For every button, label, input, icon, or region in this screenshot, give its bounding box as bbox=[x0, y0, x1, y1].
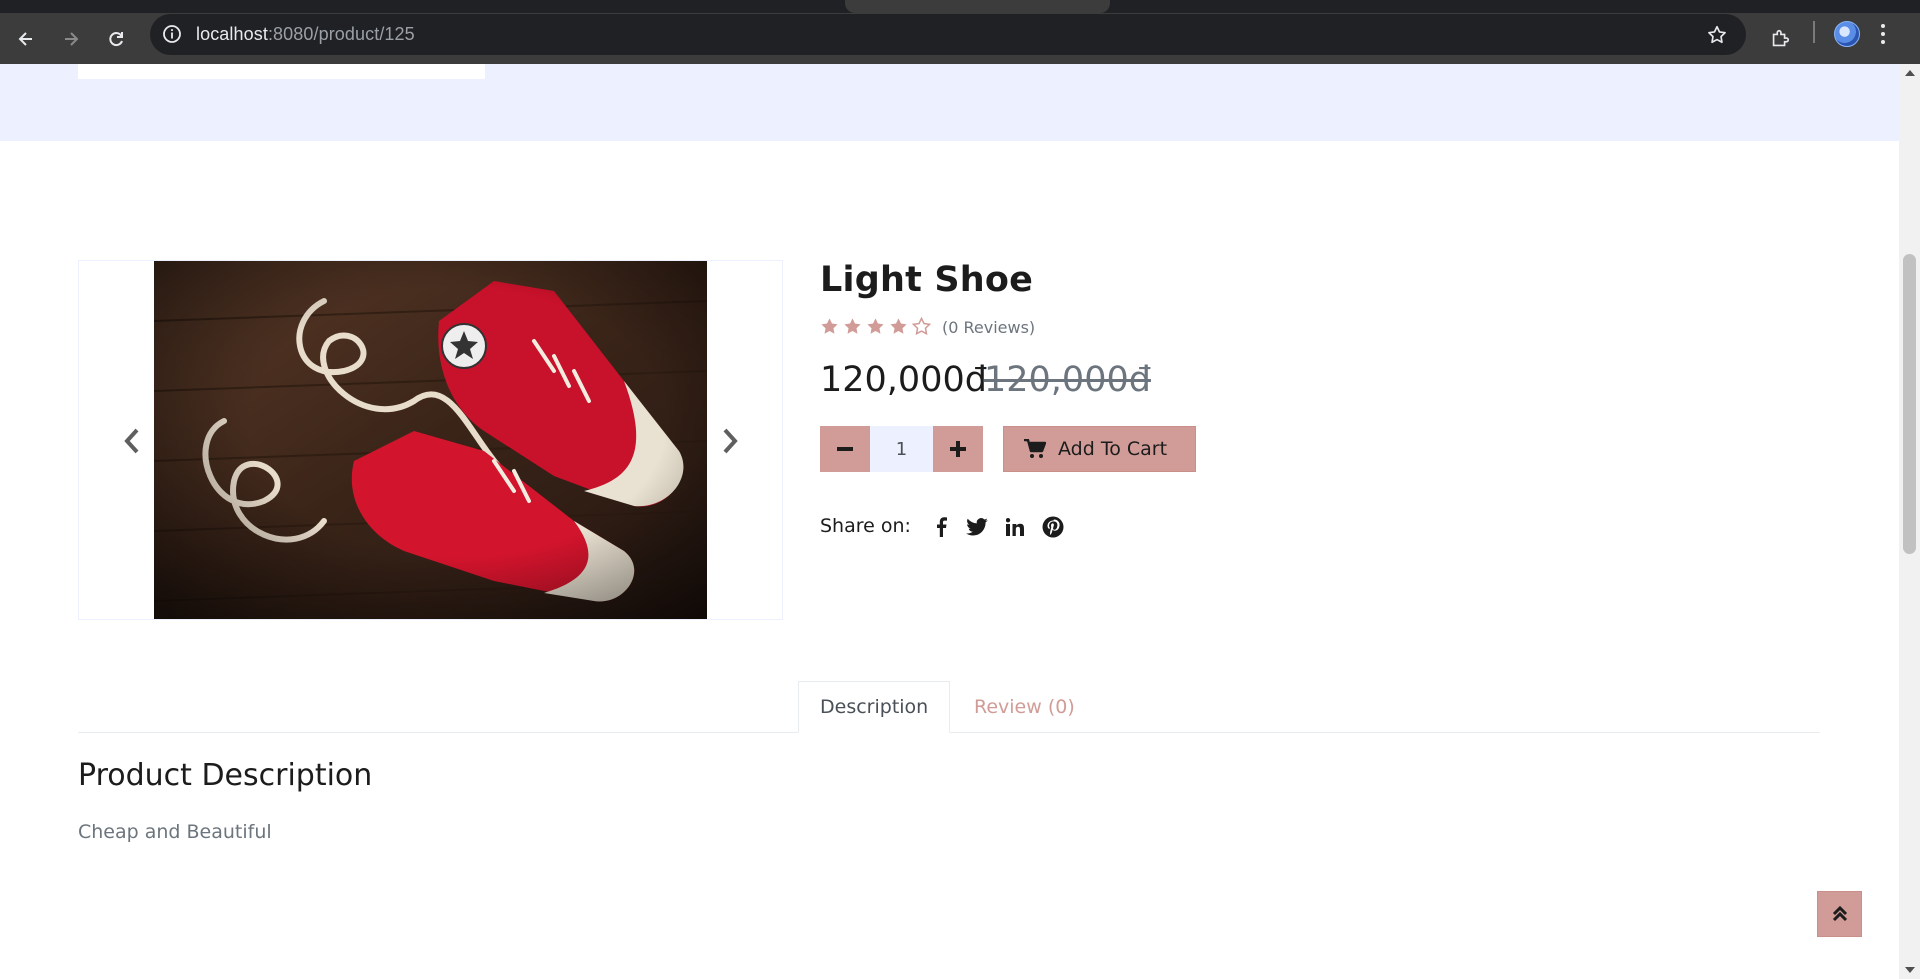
page-scrollbar[interactable] bbox=[1899, 64, 1920, 979]
kebab-menu-icon[interactable] bbox=[1878, 22, 1888, 46]
quantity-input[interactable] bbox=[870, 426, 933, 472]
chevron-right-icon bbox=[723, 428, 738, 454]
url-text: localhost:8080/product/125 bbox=[196, 24, 415, 45]
add-to-cart-button[interactable]: Add To Cart bbox=[1003, 426, 1196, 472]
extensions-button[interactable] bbox=[1762, 21, 1798, 57]
back-button[interactable] bbox=[8, 21, 44, 57]
product-price: 120,000đ bbox=[820, 360, 987, 400]
reload-button[interactable] bbox=[98, 21, 134, 57]
double-chevron-up-icon bbox=[1832, 905, 1847, 922]
header-box bbox=[78, 64, 485, 79]
tab-strip bbox=[0, 0, 1920, 13]
quantity-decrease-button[interactable] bbox=[820, 426, 870, 472]
plus-icon bbox=[950, 441, 966, 457]
star-filled-icon bbox=[821, 318, 838, 334]
scroll-down-arrow[interactable] bbox=[1905, 967, 1915, 973]
page-viewport: Light Shoe (0 Reviews) 120,000đ 120,000đ… bbox=[0, 64, 1899, 979]
add-to-cart-label: Add To Cart bbox=[1058, 438, 1168, 460]
minus-icon bbox=[837, 447, 853, 451]
scroll-up-arrow[interactable] bbox=[1905, 70, 1915, 76]
puzzle-icon bbox=[1772, 29, 1790, 47]
star-filled-icon bbox=[867, 318, 884, 334]
reload-icon bbox=[109, 32, 123, 47]
product-title: Light Shoe bbox=[820, 260, 1034, 300]
url-host: localhost bbox=[196, 24, 268, 44]
sneakers-image bbox=[154, 261, 707, 619]
share-label: Share on: bbox=[820, 515, 911, 537]
tab-review[interactable]: Review (0) bbox=[953, 681, 1096, 733]
product-image-carousel bbox=[78, 260, 783, 620]
browser-chrome: localhost:8080/product/125 bbox=[0, 0, 1920, 64]
quantity-increase-button[interactable] bbox=[933, 426, 983, 472]
tab-description[interactable]: Description bbox=[798, 681, 951, 733]
twitter-icon[interactable] bbox=[966, 516, 988, 538]
forward-button[interactable] bbox=[53, 21, 89, 57]
star-empty-icon bbox=[912, 317, 931, 336]
profile-avatar[interactable] bbox=[1834, 21, 1860, 47]
linkedin-icon[interactable] bbox=[1004, 516, 1026, 538]
carousel-next-button[interactable] bbox=[715, 421, 745, 461]
arrow-left-icon bbox=[18, 32, 32, 46]
cart-icon bbox=[1024, 439, 1046, 458]
arrow-right-icon bbox=[65, 32, 79, 46]
page-header-band bbox=[0, 64, 1899, 141]
rating-stars bbox=[820, 317, 931, 336]
product-photo bbox=[154, 261, 707, 619]
star-filled-icon bbox=[890, 318, 907, 334]
browser-toolbar: localhost:8080/product/125 bbox=[0, 13, 1920, 64]
chevron-left-icon bbox=[124, 428, 139, 454]
carousel-prev-button[interactable] bbox=[117, 421, 147, 461]
bookmark-star-icon[interactable] bbox=[1706, 24, 1728, 46]
description-heading: Product Description bbox=[78, 758, 373, 793]
star-filled-icon bbox=[844, 318, 861, 334]
facebook-icon[interactable] bbox=[930, 516, 952, 538]
url-path: :8080/product/125 bbox=[267, 24, 415, 44]
product-old-price: 120,000đ bbox=[984, 360, 1151, 400]
address-bar[interactable]: localhost:8080/product/125 bbox=[150, 14, 1746, 55]
browser-tab[interactable] bbox=[845, 0, 1110, 13]
site-info-icon[interactable] bbox=[162, 24, 182, 44]
back-to-top-button[interactable] bbox=[1817, 891, 1862, 937]
reviews-count: (0 Reviews) bbox=[942, 318, 1036, 337]
description-text: Cheap and Beautiful bbox=[78, 821, 272, 843]
scrollbar-thumb[interactable] bbox=[1903, 254, 1916, 554]
pinterest-icon[interactable] bbox=[1042, 516, 1064, 538]
toolbar-divider bbox=[1813, 21, 1815, 43]
